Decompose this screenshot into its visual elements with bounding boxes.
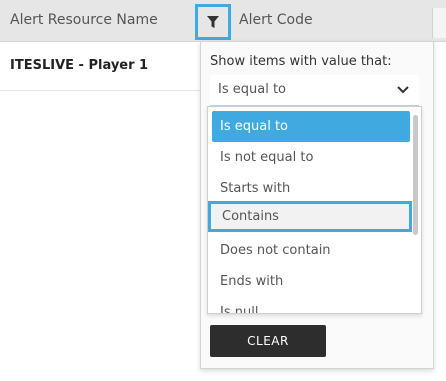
operator-select-value: Is equal to [218, 82, 286, 97]
option-starts-with[interactable]: Starts with [212, 173, 410, 204]
column-resize-handle[interactable] [432, 8, 446, 38]
option-is-null[interactable]: Is null [212, 297, 410, 313]
operator-dropdown-list: Is equal to Is not equal to Starts with … [207, 106, 422, 314]
option-ends-with[interactable]: Ends with [212, 266, 410, 297]
dropdown-scrollbar[interactable] [413, 115, 418, 235]
option-is-not-equal-to[interactable]: Is not equal to [212, 142, 410, 173]
filter-button[interactable] [195, 4, 231, 40]
option-contains[interactable]: Contains [208, 201, 412, 232]
clear-button[interactable]: CLEAR [210, 325, 326, 357]
resource-name-cell: ITESLIVE - Player 1 [10, 58, 149, 73]
filter-instruction-label: Show items with value that: [210, 54, 392, 69]
option-is-equal-to[interactable]: Is equal to [212, 111, 410, 142]
chevron-down-icon [397, 86, 409, 94]
operator-select[interactable]: Is equal to [210, 75, 419, 106]
filter-funnel-icon [207, 16, 219, 28]
table-row[interactable]: ITESLIVE - Player 1 [0, 42, 200, 91]
column-header-alert-resource-name[interactable]: Alert Resource Name [10, 12, 158, 28]
column-header-alert-code[interactable]: Alert Code [239, 12, 313, 28]
grid-header: Alert Resource Name Alert Code [0, 0, 446, 42]
option-does-not-contain[interactable]: Does not contain [212, 235, 410, 266]
